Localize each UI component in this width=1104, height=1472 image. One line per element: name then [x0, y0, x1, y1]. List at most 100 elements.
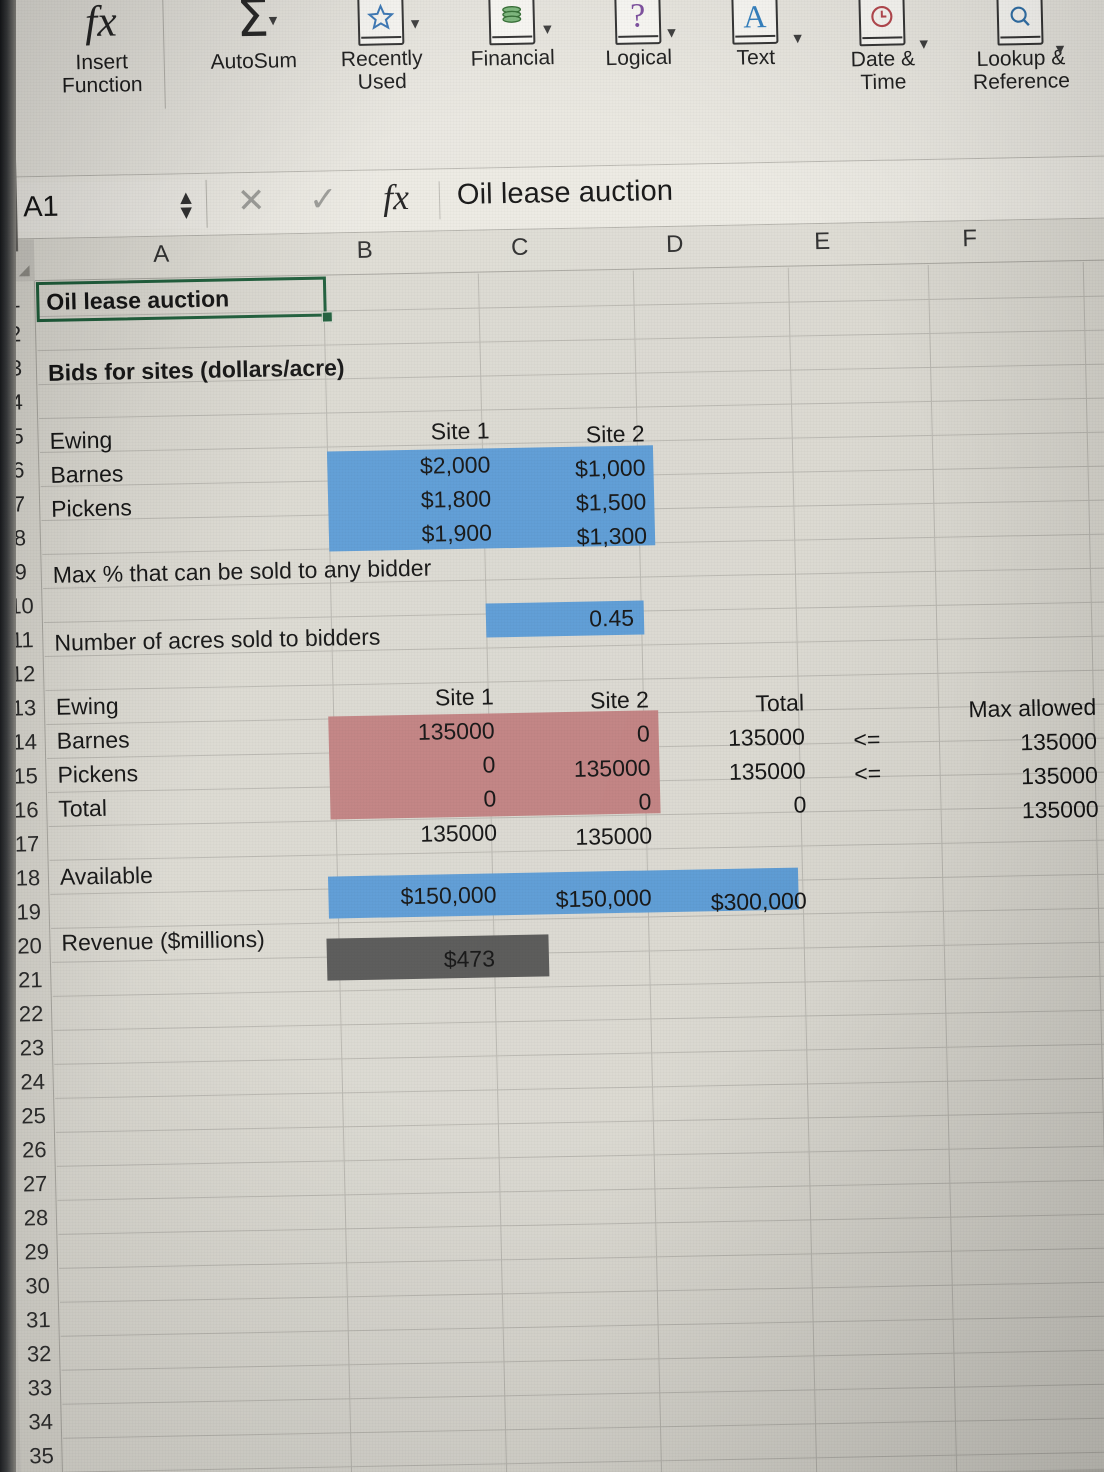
cell-a13-ewing[interactable]: Ewing — [48, 686, 249, 724]
cell-a5-ewing[interactable]: Ewing — [41, 420, 242, 458]
ribbon-item-insert-function[interactable]: fx Insert Function — [16, 0, 186, 99]
cell-b5-site1-header[interactable]: Site 1 — [329, 413, 500, 450]
cell-b21-revenue-value[interactable]: $473 — [335, 941, 506, 978]
cell-a7-pickens[interactable]: Pickens — [43, 488, 244, 526]
cell-c10-maxpct-value[interactable]: 0.45 — [489, 600, 645, 637]
cell-b6-ewing-site1[interactable]: $2,000 — [330, 447, 501, 484]
cell-c16-pickens-site2[interactable]: 0 — [491, 784, 662, 821]
ribbon-label: Insert Function — [61, 50, 143, 98]
row-header-24[interactable]: 24 — [11, 1069, 54, 1096]
row-header-27[interactable]: 27 — [14, 1171, 57, 1198]
row-header-29[interactable]: 29 — [15, 1239, 58, 1266]
cell-b14-ewing-site1[interactable]: 135000 — [334, 713, 505, 750]
ribbon-label: Recently Used — [340, 46, 423, 94]
formula-input[interactable]: Oil lease auction — [457, 175, 674, 212]
column-header-d[interactable]: D — [597, 229, 753, 260]
gridline-horizontal — [58, 1212, 1104, 1235]
gridline-vertical — [927, 264, 961, 1472]
row-header-25[interactable]: 25 — [12, 1103, 55, 1130]
cell-f16-max-allowed[interactable]: 135000 — [928, 792, 1104, 829]
ribbon-item-recently-used[interactable]: Recently Used — [316, 0, 447, 95]
chevron-down-icon[interactable]: ▾ — [919, 34, 928, 54]
cell-e14-operator[interactable]: <= — [807, 721, 928, 757]
cell-c6-ewing-site2[interactable]: $1,000 — [485, 450, 656, 487]
cell-c15-barnes-site2[interactable]: 135000 — [490, 750, 661, 787]
cell-f15-max-allowed[interactable]: 135000 — [927, 758, 1104, 795]
cell-selection-border — [35, 276, 327, 323]
row-header-32[interactable]: 32 — [18, 1341, 61, 1368]
row-header-31[interactable]: 31 — [17, 1307, 60, 1334]
cell-c17-total-site2[interactable]: 135000 — [492, 818, 663, 855]
gridline-horizontal — [55, 1110, 1104, 1133]
cell-a6-barnes[interactable]: Barnes — [42, 454, 243, 492]
cell-a15-pickens[interactable]: Pickens — [49, 754, 250, 792]
cell-c14-ewing-site2[interactable]: 0 — [489, 716, 660, 753]
column-header-a[interactable]: A — [35, 238, 288, 271]
row-header-28[interactable]: 28 — [15, 1205, 58, 1232]
cell-b17-total-site1[interactable]: 135000 — [337, 815, 508, 852]
cell-f14-max-allowed[interactable]: 135000 — [927, 724, 1104, 761]
ribbon-item-logical[interactable]: ? Logical — [578, 0, 698, 71]
ribbon-label: Logical — [605, 45, 673, 71]
cell-c5-site2-header[interactable]: Site 2 — [484, 416, 655, 453]
cell-a20-revenue-label[interactable]: Revenue ($millions) — [53, 921, 334, 960]
cell-b15-barnes-site1[interactable]: 0 — [335, 747, 506, 784]
chevron-down-icon[interactable]: ▾ — [411, 14, 420, 34]
gridline-horizontal — [59, 1246, 1104, 1269]
cell-b19-available-site1[interactable]: $150,000 — [336, 877, 507, 914]
gridline-horizontal — [59, 1280, 1104, 1303]
question-book-icon: ? — [578, 0, 697, 49]
ribbon-label: Text — [736, 45, 776, 70]
row-header-33[interactable]: 33 — [19, 1375, 62, 1402]
star-book-icon — [316, 0, 445, 50]
row-header-34[interactable]: 34 — [19, 1409, 62, 1436]
cell-c7-barnes-site2[interactable]: $1,500 — [486, 484, 657, 521]
cell-b7-barnes-site1[interactable]: $1,800 — [331, 481, 502, 518]
row-header-30[interactable]: 30 — [16, 1273, 59, 1300]
column-header-e[interactable]: E — [752, 227, 893, 258]
row-header-22[interactable]: 22 — [10, 1001, 53, 1028]
cell-e15-operator[interactable]: <= — [807, 755, 928, 791]
column-header-c[interactable]: C — [442, 232, 598, 263]
cell-d19-available-total[interactable]: $300,000 — [646, 883, 817, 920]
cell-a9-maxpct-label[interactable]: Max % that can be sold to any bidder — [44, 550, 465, 592]
cell-d15-total-barnes[interactable]: 135000 — [645, 753, 816, 790]
name-box-spinner[interactable]: ▲ ▼ — [173, 182, 200, 228]
insert-function-icon[interactable]: fx — [383, 176, 410, 218]
cell-c13-site2-header[interactable]: Site 2 — [489, 682, 660, 719]
enter-icon[interactable]: ✓ — [309, 179, 338, 220]
gridline-horizontal — [62, 1382, 1104, 1405]
row-header-26[interactable]: 26 — [13, 1137, 56, 1164]
cell-b13-site1-header[interactable]: Site 1 — [333, 679, 504, 716]
cell-a14-barnes[interactable]: Barnes — [48, 720, 249, 758]
chevron-down-icon[interactable]: ▾ — [1055, 39, 1064, 59]
column-header-b[interactable]: B — [287, 235, 443, 266]
chevron-down-icon[interactable]: ▾ — [667, 23, 676, 43]
cell-f13-max-allowed-header[interactable]: Max allowed — [911, 690, 1104, 728]
cell-c8-pickens-site2[interactable]: $1,300 — [487, 518, 658, 555]
cell-d13-total-header[interactable]: Total — [644, 685, 815, 722]
ribbon-item-text[interactable]: A Text — [702, 0, 808, 71]
cell-a18-available-label[interactable]: Available — [52, 855, 283, 893]
row-header-23[interactable]: 23 — [11, 1035, 54, 1062]
cell-c19-available-site2[interactable]: $150,000 — [491, 880, 662, 917]
row-header-35[interactable]: 35 — [20, 1443, 63, 1470]
cell-a11-acres-label[interactable]: Number of acres sold to bidders — [46, 618, 447, 660]
gridline-horizontal — [63, 1416, 1104, 1439]
cell-a16-total[interactable]: Total — [50, 788, 251, 826]
cell-a3-bids-label[interactable]: Bids for sites (dollars/acre) — [40, 350, 345, 390]
cell-d14-total-ewing[interactable]: 135000 — [644, 719, 815, 756]
chevron-down-icon[interactable]: ▾ — [269, 10, 278, 30]
ribbon-item-lookup-reference[interactable]: Lookup & Reference — [948, 0, 1093, 95]
chevron-down-icon[interactable]: ▾ — [793, 28, 802, 48]
cell-b16-pickens-site1[interactable]: 0 — [336, 781, 507, 818]
ribbon-item-financial[interactable]: Financial — [450, 0, 574, 72]
chevron-down-icon[interactable]: ▾ — [543, 19, 552, 39]
column-header-f[interactable]: F — [892, 224, 1048, 255]
cell-b8-pickens-site1[interactable]: $1,900 — [332, 515, 503, 552]
cell-d16-total-pickens[interactable]: 0 — [646, 787, 817, 824]
ribbon-item-autosum[interactable]: Σ AutoSum — [182, 0, 324, 75]
gridline-horizontal — [61, 1348, 1104, 1371]
fill-handle[interactable] — [321, 311, 333, 323]
cancel-icon[interactable]: ✕ — [237, 181, 266, 222]
